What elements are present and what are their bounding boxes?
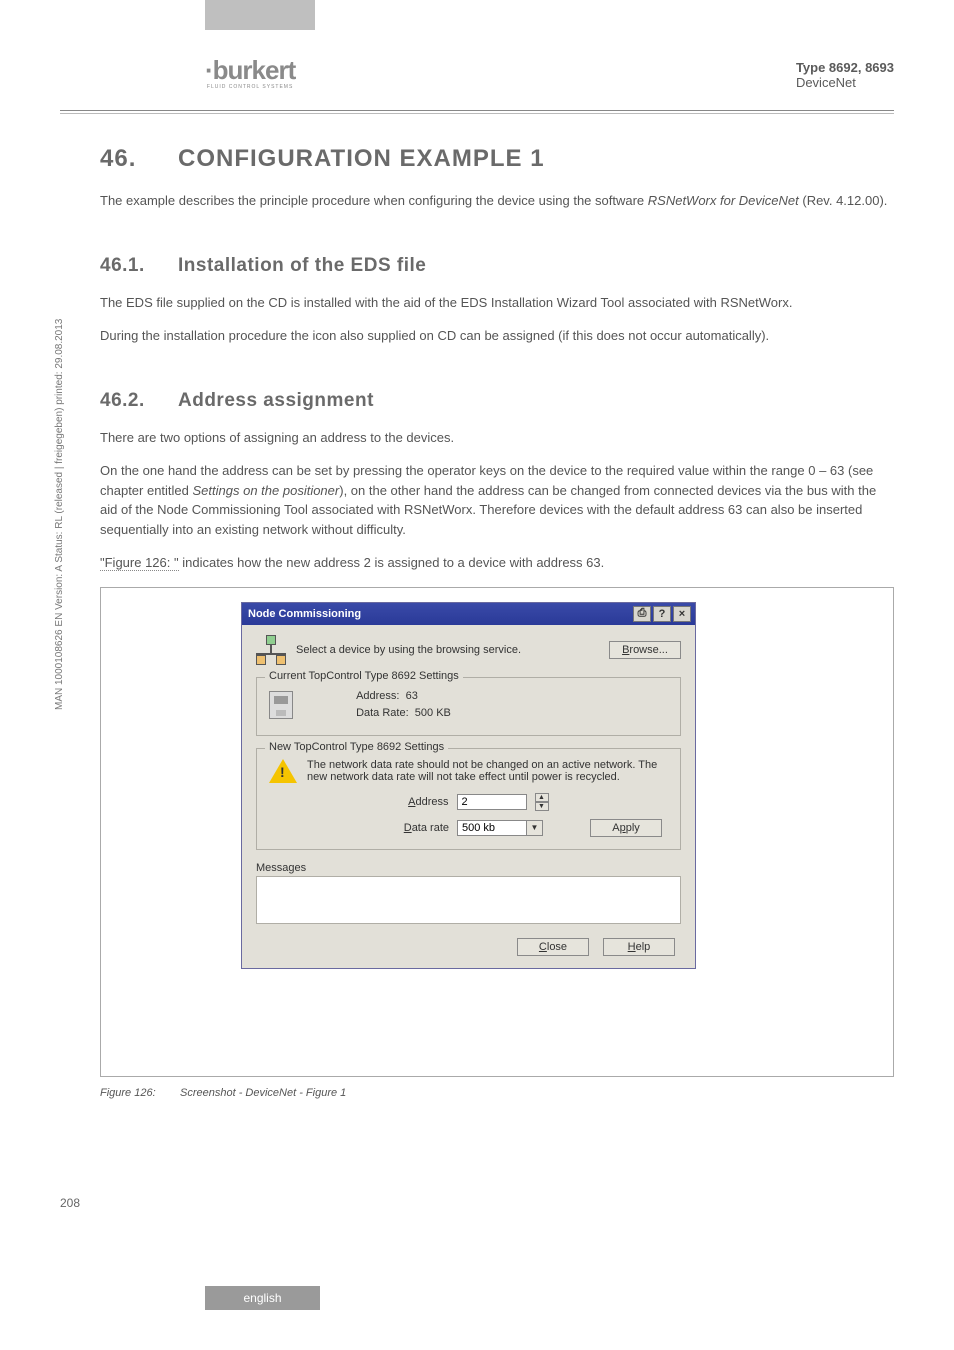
header-right: Type 8692, 8693 DeviceNet <box>796 60 894 90</box>
current-settings-legend: Current TopControl Type 8692 Settings <box>265 670 463 682</box>
apply-button[interactable]: Apply <box>590 819 662 837</box>
messages-section: Messages <box>256 862 681 924</box>
titlebar-buttons: ⎙ ? × <box>633 606 691 622</box>
figure-link[interactable]: "Figure 126: " <box>100 555 179 571</box>
figure-caption: Figure 126:Screenshot - DeviceNet - Figu… <box>100 1087 894 1099</box>
messages-label: Messages <box>256 862 681 874</box>
header-rule-2 <box>60 113 894 114</box>
datarate-input[interactable] <box>457 820 527 836</box>
addr-label: Address: <box>356 690 399 702</box>
sub1-heading: 46.1.Installation of the EDS file <box>100 255 894 277</box>
network-icon <box>256 635 286 665</box>
sub1-p2: During the installation procedure the ic… <box>100 326 894 346</box>
doc-type: Type 8692, 8693 <box>796 60 894 75</box>
sub1-title: Installation of the EDS file <box>178 255 426 276</box>
warning-row: The network data rate should not be chan… <box>269 759 668 783</box>
page-number: 208 <box>60 1196 80 1210</box>
address-spinner[interactable]: ▲▼ <box>535 793 549 811</box>
content: 46.CONFIGURATION EXAMPLE 1 The example d… <box>100 145 894 1099</box>
sub1-num: 46.1. <box>100 255 178 277</box>
figure-box: Node Commissioning ⎙ ? × Select a device… <box>100 587 894 1077</box>
browse-row: Select a device by using the browsing se… <box>256 635 681 665</box>
section-title: CONFIGURATION EXAMPLE 1 <box>178 145 545 172</box>
help-button[interactable]: Help <box>603 938 675 956</box>
new-settings-legend: New TopControl Type 8692 Settings <box>265 741 448 753</box>
section-number: 46. <box>100 145 178 173</box>
address-input[interactable] <box>457 794 527 810</box>
dialog-body: Select a device by using the browsing se… <box>242 625 695 968</box>
figure-number: Figure 126: <box>100 1087 180 1099</box>
messages-box[interactable] <box>256 876 681 924</box>
current-kv: Address: 63 Data Rate: 500 KB <box>356 688 451 723</box>
top-gray-tab <box>205 0 315 30</box>
side-metadata: MAN 1000108626 EN Version: A Status: RL … <box>54 319 65 710</box>
sub2-p2ital: Settings on the positioner <box>193 483 340 498</box>
page-header: ·burkert FLUID CONTROL SYSTEMS Type 8692… <box>205 55 894 100</box>
new-settings-group: New TopControl Type 8692 Settings The ne… <box>256 748 681 850</box>
sub2-p3: "Figure 126: " indicates how the new add… <box>100 553 894 573</box>
addr-value: 63 <box>406 690 418 702</box>
warning-text: The network data rate should not be chan… <box>307 759 668 783</box>
current-settings-group: Current TopControl Type 8692 Settings Ad… <box>256 677 681 736</box>
sub2-p2: On the one hand the address can be set b… <box>100 461 894 539</box>
intro-b: (Rev. 4.12.00). <box>799 193 888 208</box>
dialog-title: Node Commissioning <box>248 608 361 620</box>
address-input-row: Address ▲▼ <box>269 793 668 811</box>
sub2-num: 46.2. <box>100 390 178 412</box>
close-button[interactable]: Close <box>517 938 589 956</box>
dialog-footer: Close Help <box>256 938 681 956</box>
browse-hint: Select a device by using the browsing se… <box>296 644 599 656</box>
logo-word: burkert <box>213 55 296 85</box>
sub2-p1: There are two options of assigning an ad… <box>100 428 894 448</box>
intro-a: The example describes the principle proc… <box>100 193 648 208</box>
node-commissioning-dialog: Node Commissioning ⎙ ? × Select a device… <box>241 602 696 969</box>
logo: ·burkert FLUID CONTROL SYSTEMS <box>205 55 295 90</box>
datarate-row: Data rate ▼ Apply <box>269 819 668 837</box>
titlebar-close-button[interactable]: × <box>673 606 691 622</box>
intro-ital: RSNetWorx for DeviceNet <box>648 193 799 208</box>
rate-label: Data Rate: <box>356 707 409 719</box>
section-intro: The example describes the principle proc… <box>100 191 894 211</box>
warning-icon <box>269 759 297 783</box>
sub2-p3b: indicates how the new address 2 is assig… <box>179 555 605 570</box>
browse-button[interactable]: Browse... <box>609 641 681 659</box>
section-heading: 46.CONFIGURATION EXAMPLE 1 <box>100 145 894 173</box>
logo-text: ·burkert <box>205 55 295 86</box>
logo-subtitle: FLUID CONTROL SYSTEMS <box>207 84 293 90</box>
datarate-combo[interactable]: ▼ <box>457 820 543 836</box>
address-input-label: Address <box>389 796 449 808</box>
dialog-titlebar[interactable]: Node Commissioning ⎙ ? × <box>242 603 695 625</box>
sub1-p1: The EDS file supplied on the CD is insta… <box>100 293 894 313</box>
device-icon <box>269 691 293 719</box>
datarate-input-label: Data rate <box>389 822 449 834</box>
doc-subtitle: DeviceNet <box>796 75 894 90</box>
footer-language: english <box>205 1286 320 1310</box>
rate-value: 500 KB <box>415 707 451 719</box>
figure-caption-text: Screenshot - DeviceNet - Figure 1 <box>180 1087 346 1099</box>
header-rule-1 <box>60 110 894 111</box>
chevron-down-icon[interactable]: ▼ <box>527 820 543 836</box>
sub2-title: Address assignment <box>178 390 374 411</box>
sub2-heading: 46.2.Address assignment <box>100 390 894 412</box>
pin-button[interactable]: ⎙ <box>633 606 651 622</box>
titlebar-help-button[interactable]: ? <box>653 606 671 622</box>
